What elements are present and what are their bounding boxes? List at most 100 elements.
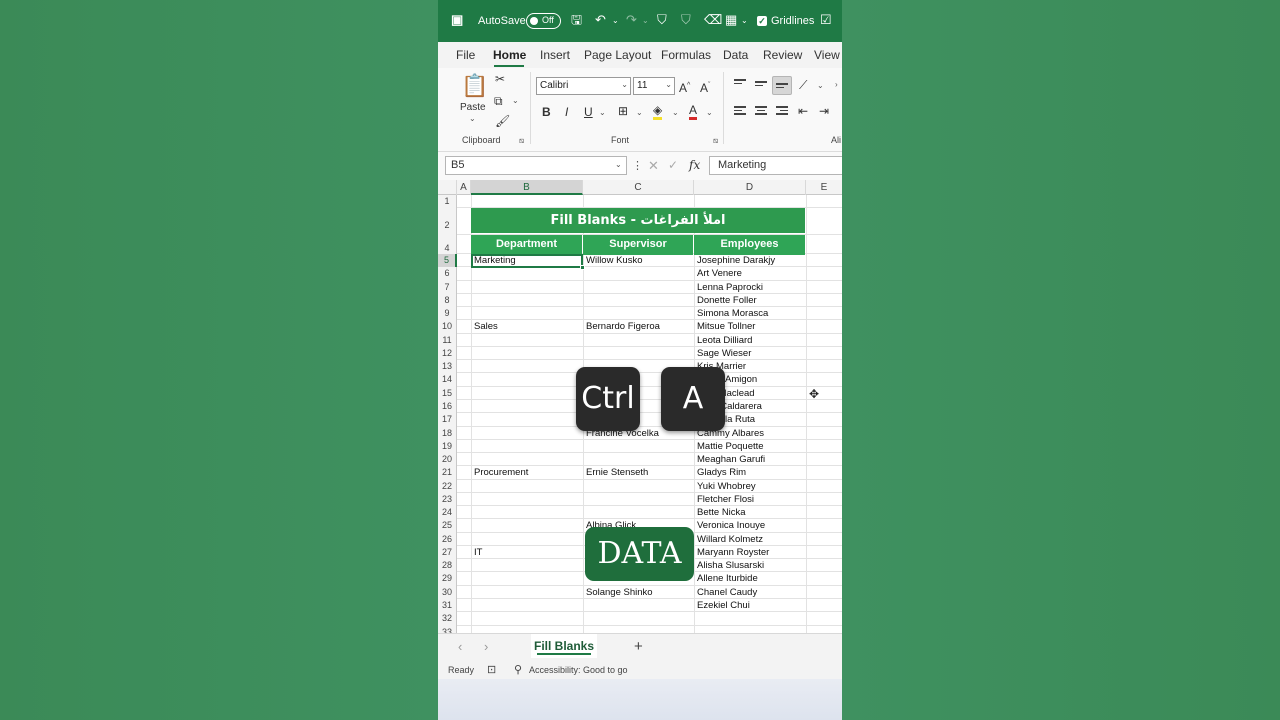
- customize-toolbar-icon[interactable]: ☑: [820, 13, 832, 27]
- macro-record-icon[interactable]: ⊡: [487, 663, 496, 676]
- row-header[interactable]: 6: [438, 267, 457, 281]
- table-format-icon[interactable]: ▦: [725, 13, 737, 27]
- borders-dropdown-icon[interactable]: ⌄: [636, 108, 643, 117]
- employee-cell[interactable]: Art Venere: [695, 268, 805, 280]
- accessibility-status[interactable]: Accessibility: Good to go: [529, 665, 628, 675]
- employee-cell[interactable]: Leota Dilliard: [695, 335, 805, 347]
- employee-cell[interactable]: Meaghan Garufi: [695, 454, 805, 466]
- column-header-e[interactable]: E: [806, 180, 842, 195]
- table-dropdown-icon[interactable]: ⌄: [741, 14, 748, 28]
- row-header[interactable]: 18: [438, 426, 457, 440]
- supervisor-cell[interactable]: Solange Shinko: [584, 587, 693, 599]
- employee-cell[interactable]: Mattie Poquette: [695, 441, 805, 453]
- row-header[interactable]: 14: [438, 373, 457, 387]
- row-header[interactable]: 26: [438, 532, 457, 546]
- align-bottom-button[interactable]: [772, 76, 792, 95]
- underline-dropdown-icon[interactable]: ⌄: [599, 108, 606, 117]
- row-header[interactable]: 9: [438, 307, 457, 321]
- align-left-icon[interactable]: [734, 106, 746, 116]
- employee-cell[interactable]: Lenna Paprocki: [695, 282, 805, 294]
- fill-color-icon[interactable]: ◈: [653, 103, 663, 120]
- row-header[interactable]: 21: [438, 466, 457, 480]
- tab-file[interactable]: File: [456, 48, 475, 62]
- row-header[interactable]: 23: [438, 492, 457, 507]
- column-header-c[interactable]: C: [583, 180, 694, 195]
- column-header-b[interactable]: B: [471, 180, 583, 195]
- tab-review[interactable]: Review: [763, 48, 802, 62]
- formula-input[interactable]: Marketing: [709, 156, 842, 175]
- redo-dropdown-icon[interactable]: ⌄: [642, 14, 649, 28]
- insert-function-icon[interactable]: fx: [689, 158, 700, 172]
- row-header[interactable]: 31: [438, 599, 457, 613]
- font-color-icon[interactable]: A: [689, 103, 698, 120]
- row-header[interactable]: 1: [438, 195, 457, 208]
- save-icon[interactable]: 🖫: [571, 13, 582, 27]
- employee-cell[interactable]: Ezekiel Chui: [695, 600, 805, 612]
- paste-icon[interactable]: 📋: [461, 74, 488, 98]
- department-cell[interactable]: Procurement: [472, 467, 582, 479]
- row-header[interactable]: 11: [438, 333, 457, 347]
- name-box[interactable]: B5: [445, 156, 627, 175]
- font-launcher-icon[interactable]: ⧅: [713, 136, 718, 146]
- clipboard-launcher-icon[interactable]: ⧅: [519, 136, 524, 146]
- chevron-down-icon[interactable]: ⌄: [615, 160, 622, 169]
- row-header[interactable]: 5: [438, 254, 457, 268]
- align-right-icon[interactable]: [776, 106, 788, 116]
- fill-handle[interactable]: [580, 265, 585, 270]
- column-header-a[interactable]: A: [457, 180, 471, 195]
- employee-cell[interactable]: Allene Iturbide: [695, 573, 805, 585]
- orientation-dropdown-icon[interactable]: ⌄: [817, 81, 824, 90]
- tab-insert[interactable]: Insert: [540, 48, 570, 62]
- clear-filter-icon[interactable]: ⛉: [681, 13, 691, 27]
- orientation-icon[interactable]: ⟋: [799, 78, 807, 92]
- row-header[interactable]: 17: [438, 413, 457, 427]
- undo-icon[interactable]: ↶: [595, 13, 606, 27]
- format-painter-icon[interactable]: 🖌: [495, 114, 510, 128]
- underline-button[interactable]: U: [584, 105, 593, 119]
- row-header[interactable]: 7: [438, 280, 457, 294]
- row-header[interactable]: 10: [438, 320, 457, 334]
- redo-icon[interactable]: ↷: [626, 13, 637, 27]
- prev-sheet-icon[interactable]: ‹: [458, 639, 462, 654]
- column-header-d[interactable]: D: [694, 180, 806, 195]
- row-header[interactable]: 12: [438, 346, 457, 361]
- clear-icon[interactable]: ⌫: [704, 13, 722, 27]
- department-cell[interactable]: Sales: [472, 321, 582, 333]
- italic-button[interactable]: I: [565, 105, 568, 119]
- row-header[interactable]: 20: [438, 453, 457, 467]
- gridlines-checkbox[interactable]: ✓: [757, 16, 767, 26]
- decrease-font-icon[interactable]: Aˇ: [700, 79, 710, 95]
- employee-cell[interactable]: Bette Nicka: [695, 507, 805, 519]
- filter-icon[interactable]: ⛉: [657, 13, 667, 27]
- row-header[interactable]: 8: [438, 293, 457, 308]
- increase-indent-icon[interactable]: ⇥: [819, 104, 829, 118]
- align-middle-icon[interactable]: [755, 81, 767, 91]
- copy-icon[interactable]: ⧉: [494, 94, 503, 108]
- row-header[interactable]: 28: [438, 559, 457, 573]
- row-header[interactable]: 19: [438, 439, 457, 454]
- supervisor-cell[interactable]: Bernardo Figeroa: [584, 321, 693, 333]
- undo-dropdown-icon[interactable]: ⌄: [612, 14, 619, 28]
- row-header[interactable]: 4: [438, 235, 457, 254]
- header-employees[interactable]: Employees: [694, 235, 805, 255]
- borders-icon[interactable]: ⊞: [618, 104, 628, 118]
- employee-cell[interactable]: Simona Morasca: [695, 308, 805, 320]
- row-header[interactable]: 33: [438, 625, 457, 633]
- row-header[interactable]: 32: [438, 612, 457, 626]
- copy-dropdown-icon[interactable]: ⌄: [512, 96, 519, 105]
- employee-cell[interactable]: Willard Kolmetz: [695, 534, 805, 546]
- employee-cell[interactable]: Gladys Rim: [695, 467, 805, 479]
- employee-cell[interactable]: Mitsue Tollner: [695, 321, 805, 333]
- next-sheet-icon[interactable]: ›: [484, 639, 488, 654]
- row-header[interactable]: 13: [438, 360, 457, 374]
- row-header[interactable]: 15: [438, 386, 457, 400]
- fill-color-dropdown-icon[interactable]: ⌄: [672, 108, 679, 117]
- employee-cell[interactable]: Sage Wieser: [695, 348, 805, 360]
- row-header[interactable]: 2: [438, 208, 457, 235]
- employee-cell[interactable]: Josephine Darakjy: [695, 255, 805, 267]
- select-all-corner[interactable]: [438, 180, 457, 195]
- row-header[interactable]: 22: [438, 479, 457, 493]
- autosave-toggle[interactable]: Off: [526, 13, 561, 29]
- tab-view[interactable]: View: [814, 48, 840, 62]
- employee-cell[interactable]: Fletcher Flosi: [695, 494, 805, 506]
